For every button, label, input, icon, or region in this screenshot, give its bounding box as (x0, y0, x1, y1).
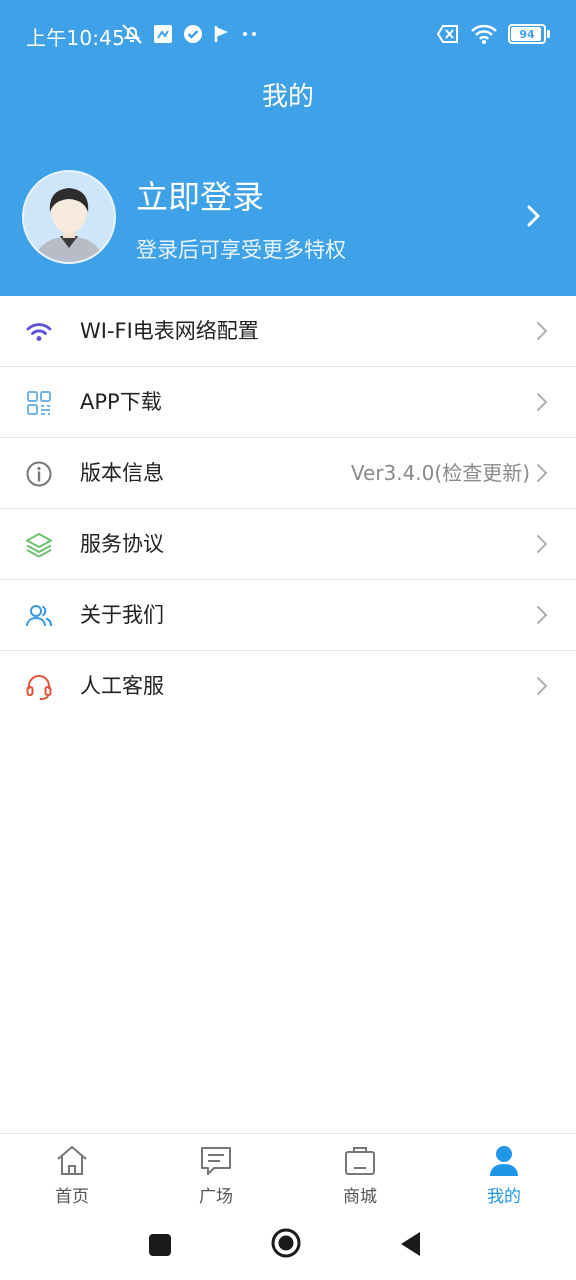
avatar-person-icon (24, 172, 114, 262)
menu-item-customer-service[interactable]: 人工客服 (0, 651, 576, 721)
app-notification-icon (152, 23, 174, 45)
tab-home[interactable]: 首页 (0, 1134, 144, 1216)
profile-login-row[interactable]: 立即登录 登录后可享受更多特权 (0, 160, 576, 272)
menu-item-service-agreement[interactable]: 服务协议 (0, 509, 576, 580)
back-button[interactable] (398, 1230, 422, 1262)
qr-code-icon (25, 389, 53, 417)
check-circle-icon (182, 23, 204, 45)
recent-apps-button[interactable] (148, 1233, 172, 1261)
menu-item-app-download[interactable]: APP下载 (0, 367, 576, 438)
sim-off-icon (436, 23, 460, 45)
status-bar: 上午10:45 94 (0, 0, 576, 68)
tab-mine[interactable]: 我的 (432, 1134, 576, 1216)
mute-bell-icon (120, 22, 144, 46)
wifi-status-icon (470, 23, 498, 45)
shop-icon (342, 1144, 378, 1178)
tab-label: 首页 (55, 1187, 89, 1207)
more-dots-icon (240, 23, 260, 45)
tab-square[interactable]: 广场 (144, 1134, 288, 1216)
chevron-right-icon (536, 534, 548, 558)
menu-item-label: 服务协议 (80, 532, 164, 556)
chevron-right-icon (536, 676, 548, 700)
menu-item-label: 人工客服 (80, 674, 164, 698)
chevron-right-icon (526, 204, 542, 232)
version-value: Ver3.4.0(检查更新) (350, 461, 530, 485)
tab-shop[interactable]: 商城 (288, 1134, 432, 1216)
battery-icon: 94 (508, 24, 550, 44)
chevron-right-icon (536, 392, 548, 416)
menu-item-label: 版本信息 (80, 461, 164, 485)
person-icon (486, 1144, 522, 1178)
status-icons-right: 94 (436, 20, 550, 48)
home-icon (54, 1144, 90, 1178)
menu-item-label: 关于我们 (80, 603, 164, 627)
chevron-right-icon (536, 605, 548, 629)
settings-menu: WI-FI电表网络配置 APP下载 版本信息 Ver3.4.0(检查更新) 服务… (0, 296, 576, 721)
status-time: 上午10:45 (26, 26, 126, 50)
status-icons-left (120, 20, 260, 48)
tab-label: 商城 (343, 1187, 377, 1207)
bottom-tab-bar: 首页 广场 商城 我的 (0, 1133, 576, 1216)
flag-icon (212, 23, 232, 45)
users-icon (25, 602, 53, 630)
info-icon (25, 460, 53, 488)
battery-text: 94 (519, 27, 535, 41)
chevron-right-icon (536, 463, 548, 487)
menu-item-label: APP下载 (80, 390, 162, 414)
header: 上午10:45 94 我的 立即登录 登录后可享受更多特权 (0, 0, 576, 296)
layers-icon (25, 531, 53, 559)
chat-icon (198, 1144, 234, 1178)
login-title[interactable]: 立即登录 (136, 172, 264, 218)
menu-item-about-us[interactable]: 关于我们 (0, 580, 576, 651)
login-subtitle: 登录后可享受更多特权 (136, 238, 346, 262)
headset-icon (25, 673, 53, 701)
tab-label: 广场 (199, 1187, 233, 1207)
wifi-icon (25, 318, 53, 346)
system-nav-bar (0, 1215, 576, 1280)
chevron-right-icon (536, 321, 548, 345)
menu-item-label: WI-FI电表网络配置 (80, 319, 259, 343)
menu-item-wifi-config[interactable]: WI-FI电表网络配置 (0, 296, 576, 367)
tab-label: 我的 (487, 1187, 521, 1207)
home-button[interactable] (270, 1227, 302, 1263)
menu-item-version-info[interactable]: 版本信息 Ver3.4.0(检查更新) (0, 438, 576, 509)
avatar (22, 170, 116, 264)
page-title: 我的 (261, 82, 314, 112)
